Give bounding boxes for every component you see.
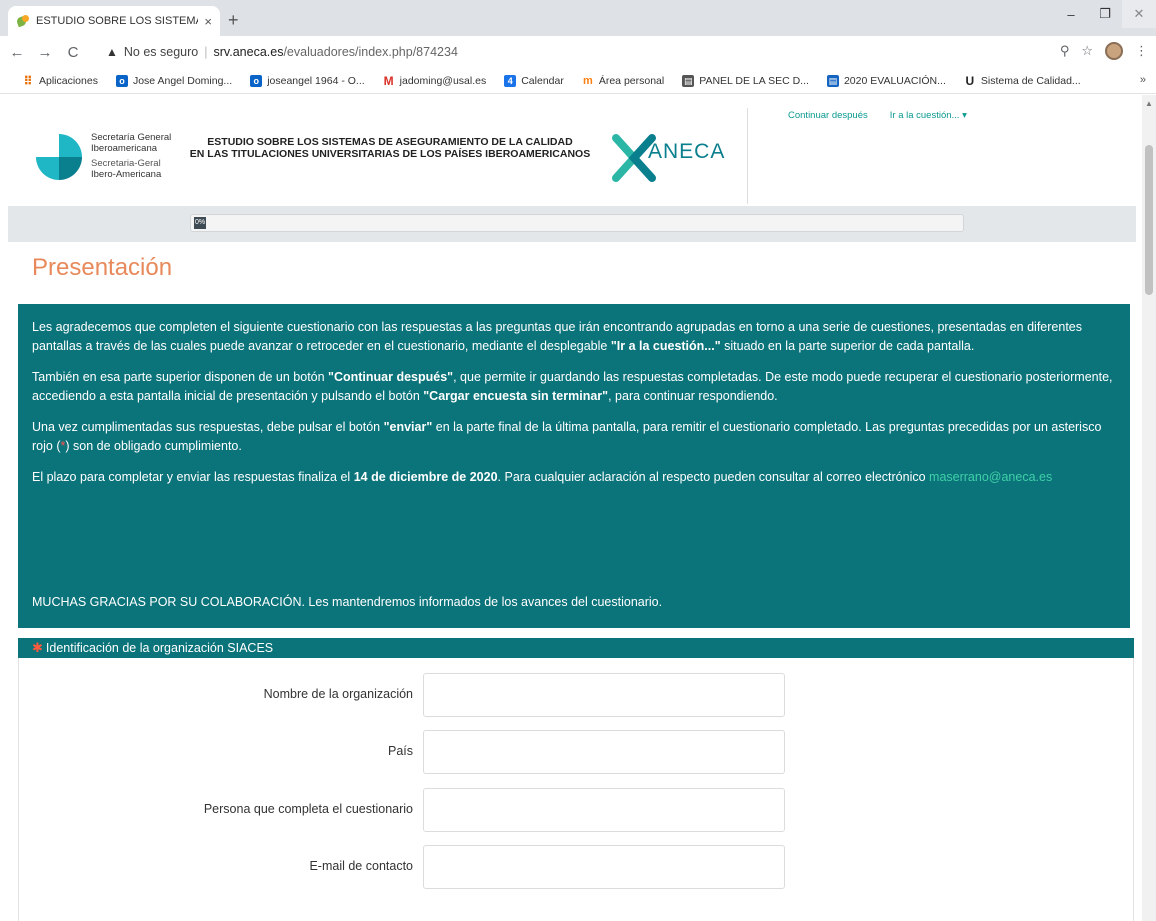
aneca-logo: ANECA xyxy=(612,132,732,184)
outlook-icon: o xyxy=(250,74,263,87)
segib-name: Secretaría General Iberoamericana Secret… xyxy=(91,132,171,180)
address-bar[interactable]: ▲ No es seguro | srv.aneca.es /evaluador… xyxy=(106,39,1102,65)
contact-email-input[interactable] xyxy=(423,845,785,889)
study-title-line-1: ESTUDIO SOBRE LOS SISTEMAS DE ASEGURAMIE… xyxy=(207,136,573,148)
org-name-es-2: Iberoamericana xyxy=(91,143,158,154)
bookmark-label: joseangel 1964 - O... xyxy=(267,74,365,87)
thanks-message: MUCHAS GRACIAS POR SU COLABORACIÓN. Les … xyxy=(32,595,663,609)
page-title: Presentación xyxy=(32,254,173,281)
form-row: E-mail de contacto xyxy=(19,845,1135,889)
browser-toolbar: ← → C ▲ No es seguro | srv.aneca.es /eva… xyxy=(0,36,1156,68)
section-header: ✱ Identificación de la organización SIACE… xyxy=(18,638,1134,658)
close-window-button[interactable]: ✕ xyxy=(1122,0,1156,28)
field-label: Nombre de la organización xyxy=(263,687,413,701)
security-label[interactable]: No es seguro xyxy=(124,45,198,59)
calendar-icon: 4 xyxy=(504,74,517,87)
page-scrollbar[interactable]: ▲ xyxy=(1142,95,1156,921)
bookmark-label: Jose Angel Doming... xyxy=(132,74,233,87)
apps-icon: ⠿ xyxy=(23,73,33,88)
go-to-question-dropdown[interactable]: Ir a la cuestión... ▾ xyxy=(890,110,967,121)
scroll-up-icon[interactable]: ▲ xyxy=(1145,99,1153,108)
org-name-pt-2: Ibero-Americana xyxy=(91,169,162,180)
outlook-icon: o xyxy=(115,74,128,87)
survey-top-nav: Continuar después Ir a la cuestión... ▾ xyxy=(788,110,967,121)
study-title: ESTUDIO SOBRE LOS SISTEMAS DE ASEGURAMIE… xyxy=(180,136,600,160)
url-path[interactable]: /evaluadores/index.php/874234 xyxy=(283,45,457,59)
tab-close-icon[interactable]: × xyxy=(204,14,212,29)
reload-button[interactable]: C xyxy=(62,44,84,61)
study-title-line-2: EN LAS TITULACIONES UNIVERSITARIAS DE LO… xyxy=(189,148,591,160)
bookmark-label: Sistema de Calidad... xyxy=(980,74,1081,87)
bookmark-label: 2020 EVALUACIÓN... xyxy=(843,74,946,87)
panel-icon: ▤ xyxy=(682,74,695,87)
aneca-wordmark: ANECA xyxy=(648,140,726,163)
new-tab-button[interactable]: + xyxy=(228,10,239,31)
progress-indicator: 0% xyxy=(194,217,206,229)
field-label: País xyxy=(387,744,413,758)
evaluacion-icon: ▤ xyxy=(826,74,839,87)
bookmark-label: Calendar xyxy=(521,74,564,87)
browser-tab[interactable]: ESTUDIO SOBRE LOS SISTEMAS × xyxy=(8,6,220,36)
warning-icon[interactable]: ▲ xyxy=(106,45,118,59)
bookmark-calidad[interactable]: U Sistema de Calidad... xyxy=(964,75,1081,87)
form-row: Persona que completa el cuestionario xyxy=(19,788,1135,832)
continue-later-link[interactable]: Continuar después xyxy=(788,110,868,121)
bookmark-label: PANEL DE LA SEC D... xyxy=(699,74,809,87)
u-icon: U xyxy=(965,73,975,88)
scrollbar-thumb[interactable] xyxy=(1145,145,1153,295)
gmail-icon: M xyxy=(383,73,394,88)
url-separator: | xyxy=(204,45,208,59)
intro-paragraph-3: Una vez cumplimentadas sus respuestas, d… xyxy=(32,420,1102,453)
minimize-button[interactable]: – xyxy=(1054,0,1088,28)
browser-tabstrip: ESTUDIO SOBRE LOS SISTEMAS × + – ❐ ✕ xyxy=(0,0,1156,36)
org-name-pt-1: Secretaria-Geral xyxy=(91,158,161,169)
moodle-icon: m xyxy=(582,74,593,87)
section-title: Identificación de la organización SIACES xyxy=(45,641,274,655)
bookmark-calendar[interactable]: 4 Calendar xyxy=(504,74,564,87)
progress-bar xyxy=(190,214,964,232)
organization-name-input[interactable] xyxy=(423,673,785,717)
field-label: Persona que completa el cuestionario xyxy=(203,802,413,816)
contact-email-link[interactable]: maserrano@aneca.es xyxy=(929,470,1052,484)
field-label: E-mail de contacto xyxy=(309,859,413,873)
back-button[interactable]: ← xyxy=(6,44,28,61)
segib-logo-icon xyxy=(36,134,82,180)
intro-paragraph-1: Les agradecemos que completen el siguien… xyxy=(32,320,1082,353)
bookmarks-overflow-icon[interactable]: » xyxy=(1140,74,1146,86)
bookmark-label: Aplicaciones xyxy=(39,74,98,87)
bookmark-star-icon[interactable]: ☆ xyxy=(1081,43,1093,59)
bookmark-label: jadoming@usal.es xyxy=(399,74,487,87)
url-host[interactable]: srv.aneca.es xyxy=(214,45,284,59)
profile-avatar[interactable] xyxy=(1105,42,1123,60)
bookmark-gmail[interactable]: Mjadoming@usal.es xyxy=(383,75,487,87)
site-favicon-icon xyxy=(16,14,30,28)
org-name-es-1: Secretaría General xyxy=(91,132,172,143)
bookmark-panel[interactable]: ▤ PANEL DE LA SEC D... xyxy=(682,74,809,87)
window-controls: – ❐ ✕ xyxy=(1054,0,1156,30)
intro-panel: Les agradecemos que completen el siguien… xyxy=(18,304,1130,628)
bookmarks-bar: ⠿ Aplicaciones o Jose Angel Doming... o jos… xyxy=(0,68,1156,94)
bookmark-outlook-2[interactable]: o joseangel 1964 - O... xyxy=(250,74,365,87)
intro-paragraph-2: También en esa parte superior disponen d… xyxy=(32,370,1113,403)
required-icon: ✱ xyxy=(32,640,43,655)
zoom-icon[interactable]: ⚲ xyxy=(1060,43,1070,59)
form-row: Nombre de la organización xyxy=(19,673,1135,717)
identification-form: Nombre de la organización País Persona q… xyxy=(18,658,1134,921)
country-input[interactable] xyxy=(423,730,785,774)
respondent-name-input[interactable] xyxy=(423,788,785,832)
tab-title: ESTUDIO SOBRE LOS SISTEMAS xyxy=(36,15,199,27)
bookmark-apps[interactable]: ⠿ Aplicaciones xyxy=(22,75,98,87)
bookmark-moodle[interactable]: m Área personal xyxy=(582,75,664,87)
bookmark-outlook-1[interactable]: o Jose Angel Doming... xyxy=(115,74,233,87)
bookmark-label: Área personal xyxy=(598,74,665,87)
forward-button[interactable]: → xyxy=(34,44,56,61)
bookmark-evaluacion[interactable]: ▤ 2020 EVALUACIÓN... xyxy=(826,74,946,87)
intro-paragraph-4: El plazo para completar y enviar las res… xyxy=(32,470,1053,484)
form-row: País xyxy=(19,730,1135,774)
toolbar-actions: ⚲ ☆ ⋮ xyxy=(1060,42,1148,60)
menu-dots-icon[interactable]: ⋮ xyxy=(1135,43,1148,59)
restore-button[interactable]: ❐ xyxy=(1088,0,1122,28)
